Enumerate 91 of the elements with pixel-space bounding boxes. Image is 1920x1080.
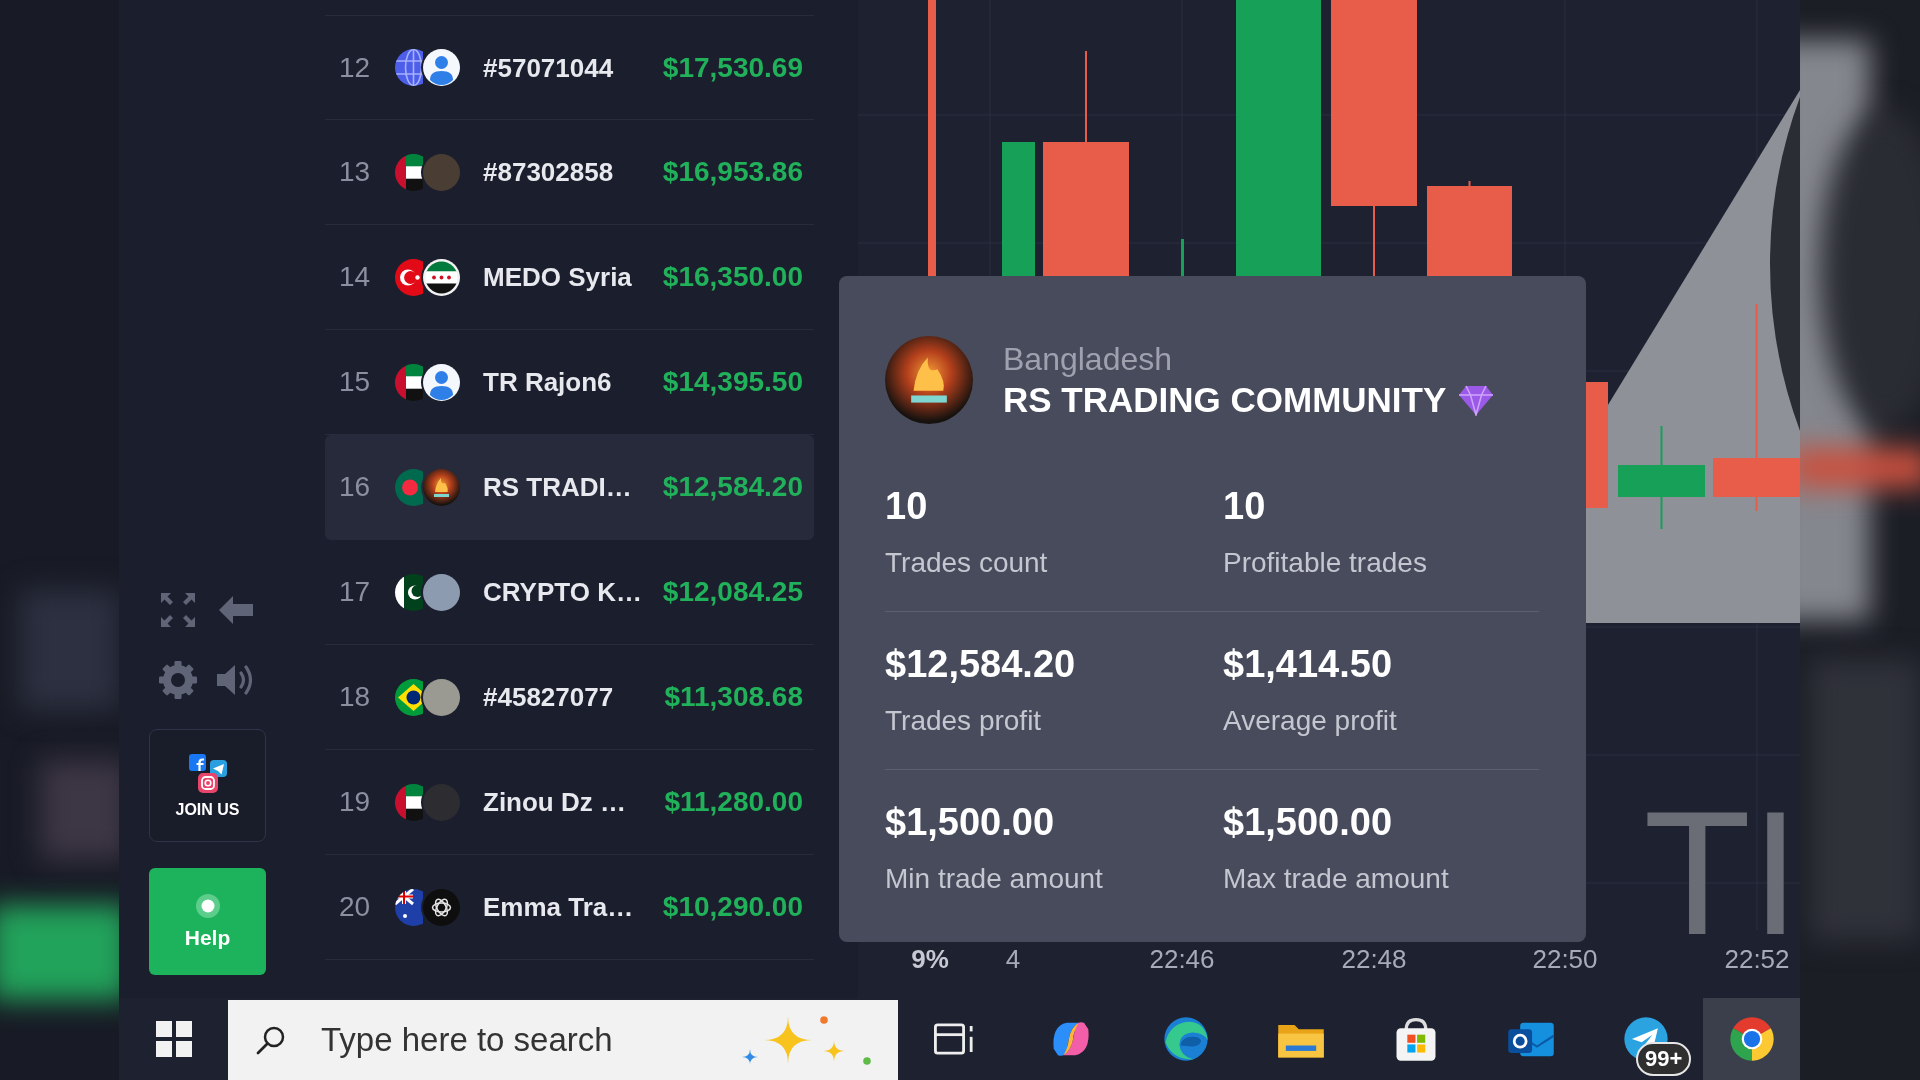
profit-amount: $11,280.00 xyxy=(664,785,803,819)
profit-amount: $12,084.25 xyxy=(662,575,803,609)
country-name: Bangladesh xyxy=(1003,340,1174,379)
photo-placeholder xyxy=(423,153,460,191)
flag-icon xyxy=(395,258,423,296)
leaderboard-row[interactable]: 17 CRYPTO K… $12,084.25 xyxy=(325,540,814,645)
time-label: 22:52 xyxy=(1724,944,1790,974)
logo-avatar-icon xyxy=(885,336,973,424)
flag-icon xyxy=(395,153,423,191)
trader-name: #57071044 xyxy=(483,51,615,85)
rank-number: 19 xyxy=(339,785,372,819)
flag-icon xyxy=(395,468,423,506)
leaderboard-row[interactable]: 13 #87302858 $16,953.86 xyxy=(325,120,814,225)
time-label: 4 xyxy=(1005,944,1021,974)
stat-label: Min trade amount xyxy=(885,862,1104,896)
facebook-icon xyxy=(188,753,206,772)
notification-badge: 99+ xyxy=(1636,1042,1692,1076)
profit-amount: $14,395.50 xyxy=(662,365,803,399)
profit-amount: $10,290.00 xyxy=(662,890,803,924)
rank-number: 14 xyxy=(339,260,372,294)
leaderboard-row[interactable]: 20 Emma Tra… $10,290.00 xyxy=(325,855,814,960)
stat-value: $1,500.00 xyxy=(885,800,1056,844)
leaderboard-row[interactable]: 18 #45827077 $11,308.68 xyxy=(325,645,814,750)
taskbar-button[interactable] xyxy=(1703,998,1800,1080)
stat-value: 10 xyxy=(1223,484,1267,528)
rank-number: 15 xyxy=(339,365,372,399)
stat-value: $1,414.50 xyxy=(1223,642,1394,686)
search-icon xyxy=(256,1025,286,1055)
trader-name: CRYPTO K… xyxy=(483,576,643,609)
flag-avatar-icon xyxy=(423,258,460,296)
stat-label: Profitable trades xyxy=(1223,546,1428,580)
photo-placeholder xyxy=(423,678,460,716)
logo-avatar-icon xyxy=(423,888,460,926)
photo-placeholder xyxy=(423,783,460,821)
stat-value: $1,500.00 xyxy=(1223,800,1394,844)
profit-amount: $11,308.68 xyxy=(664,680,803,714)
leaderboard-row[interactable]: 14 MEDO Syria $16,350.00 xyxy=(325,225,814,330)
profit-amount: $16,953.86 xyxy=(662,155,803,189)
profit-amount: $12,584.20 xyxy=(662,470,803,504)
flag-icon xyxy=(395,678,423,716)
stat-label: Max trade amount xyxy=(1223,862,1450,896)
background-text: TI xyxy=(1643,810,1800,937)
axis-label: 9% xyxy=(911,944,949,974)
search-field[interactable]: Type here to search xyxy=(228,1000,898,1080)
fullscreen-icon[interactable] xyxy=(159,591,197,629)
trader-name: RS TRADI… xyxy=(483,471,633,504)
rank-number: 20 xyxy=(339,890,372,924)
leaderboard-row[interactable]: 16 RS TRADI… $12,584.20 xyxy=(325,435,814,540)
rank-number: 12 xyxy=(339,50,372,85)
profit-amount: $17,530.69 xyxy=(662,50,803,85)
join-us-button[interactable]: JOIN US xyxy=(149,729,266,842)
stat-label: Average profit xyxy=(1223,704,1398,738)
candle xyxy=(1181,239,1184,276)
trader-name: TR Rajon6 xyxy=(483,366,613,399)
instagram-icon xyxy=(197,772,218,793)
photo-placeholder xyxy=(423,573,460,611)
time-label: 22:46 xyxy=(1149,944,1215,974)
globe-icon xyxy=(395,49,423,86)
stat-label: Trades count xyxy=(885,546,1049,580)
profile-name: RS TRADING COMMUNITY xyxy=(1003,379,1447,421)
trader-name: Emma Tra… xyxy=(483,891,635,924)
logo-avatar-icon xyxy=(423,468,460,506)
trader-name: Zinou Dz … xyxy=(483,786,627,819)
stat-label: Trades profit xyxy=(885,704,1043,738)
time-label: 22:50 xyxy=(1532,944,1598,974)
status-dot-icon xyxy=(194,892,221,919)
rank-number: 17 xyxy=(339,575,372,609)
rank-number: 18 xyxy=(339,680,372,714)
rank-number: 13 xyxy=(339,155,372,189)
flag-icon xyxy=(395,573,423,611)
arrow-left-icon[interactable] xyxy=(218,595,254,625)
trader-name: #87302858 xyxy=(483,156,615,189)
time-label: 22:48 xyxy=(1341,944,1407,974)
windows-icon xyxy=(155,1021,192,1057)
flag-icon xyxy=(395,783,423,821)
flag-icon xyxy=(395,363,423,401)
settings-icon[interactable] xyxy=(158,660,198,700)
user-avatar-icon xyxy=(423,49,460,86)
flag-icon xyxy=(395,888,423,926)
trader-name: MEDO Syria xyxy=(483,261,633,294)
leaderboard-row[interactable]: 12 #57071044 $17,530.69 xyxy=(325,15,814,120)
stat-value: 10 xyxy=(885,484,929,528)
trader-name: #45827077 xyxy=(483,681,615,714)
stat-value: $12,584.20 xyxy=(885,642,1077,686)
taskbar-button[interactable]: 99+ xyxy=(1588,998,1703,1080)
leaderboard-row[interactable]: 19 Zinou Dz … $11,280.00 xyxy=(325,750,814,855)
rank-number: 16 xyxy=(339,470,372,504)
diamond-icon xyxy=(1458,384,1495,416)
profit-amount: $16,350.00 xyxy=(662,260,803,294)
user-avatar-icon xyxy=(423,363,460,401)
telegram-icon xyxy=(209,759,227,777)
